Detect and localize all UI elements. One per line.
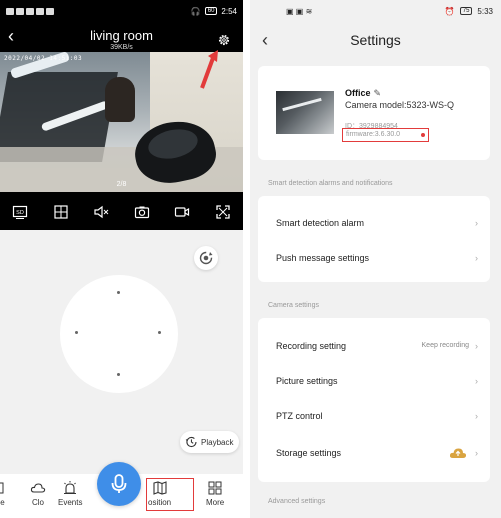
- nav-events[interactable]: Events: [58, 480, 82, 507]
- recording-mode-value: Keep recording: [421, 342, 469, 349]
- picture-settings-row[interactable]: Picture settings ›: [258, 363, 490, 398]
- device-thumbnail: [276, 91, 334, 134]
- chevron-right-icon: ›: [475, 375, 478, 386]
- nav-more[interactable]: More: [206, 480, 224, 507]
- ptz-reset-button[interactable]: [194, 246, 218, 270]
- reset-icon: [199, 251, 213, 265]
- headphone-icon: 🎧: [190, 6, 201, 16]
- settings-screen: ▣ ▣ ≋ ⏰ 75 5:33 ‹ Settings Office ✎ Camer…: [250, 0, 501, 518]
- storage-settings-row[interactable]: Storage settings ›: [258, 435, 490, 470]
- more-grid-icon: [208, 481, 222, 495]
- nav-storage-label: age: [0, 498, 5, 507]
- playback-label: Playback: [201, 437, 234, 447]
- page-title: Settings: [350, 32, 401, 48]
- microphone-icon: [111, 474, 127, 493]
- device-model: Camera model:5323-WS-Q: [345, 100, 455, 110]
- chevron-right-icon: ›: [475, 447, 478, 458]
- ptz-control-row[interactable]: PTZ control ›: [258, 398, 490, 433]
- device-name-text: Office: [345, 88, 371, 98]
- chevron-right-icon: ›: [475, 340, 478, 351]
- fullscreen-icon[interactable]: [215, 204, 231, 220]
- playback-icon: [185, 436, 197, 448]
- sd-icon[interactable]: SD: [12, 204, 28, 220]
- live-toolbar: SD: [0, 198, 243, 226]
- section-label-advanced: Advanced settings: [268, 498, 326, 505]
- device-name[interactable]: Office ✎: [345, 88, 381, 99]
- status-time: 5:33: [477, 6, 493, 16]
- ptz-left-dot[interactable]: [75, 331, 78, 334]
- ptz-up-dot[interactable]: [117, 291, 120, 294]
- edit-pencil-icon[interactable]: ✎: [374, 88, 382, 98]
- ptz-right-dot[interactable]: [158, 331, 161, 334]
- cloud-nav-icon: [30, 483, 46, 493]
- video-timestamp: 2022/04/02 14:51:03: [4, 55, 83, 62]
- storage-nav-icon: [0, 482, 4, 494]
- video-page-indicator: 2/8: [116, 181, 127, 188]
- section-label-camera: Camera settings: [268, 302, 319, 309]
- live-view-header-area: 🎧 60 2:54 ‹ living room 39KB/s 2022/04/0…: [0, 0, 243, 230]
- chevron-right-icon: ›: [475, 410, 478, 421]
- ptz-joystick[interactable]: [60, 275, 178, 393]
- ptz-down-dot[interactable]: [117, 373, 120, 376]
- status-bar: ▣ ▣ ≋ ⏰ 75 5:33: [250, 0, 501, 22]
- grid-icon[interactable]: [53, 204, 69, 220]
- nav-cloud-label: Clo: [31, 498, 44, 507]
- chevron-right-icon: ›: [475, 252, 478, 263]
- talk-button[interactable]: [97, 462, 141, 506]
- nav-events-label: Events: [58, 498, 83, 507]
- alarm-icon: [64, 481, 77, 494]
- row-label: Push message settings: [276, 252, 370, 263]
- camera-settings-card: Recording setting Keep recording › Pictu…: [258, 318, 490, 482]
- cloud-upload-icon: [449, 448, 467, 458]
- nav-storage[interactable]: age: [0, 480, 6, 507]
- status-time: 2:54: [221, 6, 237, 16]
- row-label: Smart detection alarm: [276, 217, 365, 228]
- recording-setting-row[interactable]: Recording setting Keep recording ›: [258, 328, 490, 363]
- nav-more-label: More: [206, 498, 225, 507]
- smart-detection-alarm-row[interactable]: Smart detection alarm ›: [258, 205, 490, 240]
- row-label: Storage settings: [276, 447, 342, 458]
- svg-text:SD: SD: [16, 210, 24, 216]
- notification-icons: ▣ ▣ ≋: [286, 6, 313, 16]
- chevron-right-icon: ›: [475, 217, 478, 228]
- gear-icon[interactable]: [217, 33, 231, 47]
- row-label: Recording setting: [276, 340, 347, 351]
- firmware-highlight-box: [342, 128, 429, 142]
- row-label: Picture settings: [276, 375, 338, 386]
- battery-indicator: 60: [204, 7, 218, 15]
- live-view-screen: 🎧 60 2:54 ‹ living room 39KB/s 2022/04/0…: [0, 0, 243, 518]
- device-card[interactable]: Office ✎ Camera model:5323-WS-Q ID：392988…: [258, 66, 490, 160]
- red-arrow-annotation: [200, 50, 218, 89]
- record-icon[interactable]: [174, 204, 190, 220]
- playback-button[interactable]: Playback: [180, 431, 240, 453]
- notification-icons: [6, 7, 54, 15]
- alarm-clock-icon: ⏰: [444, 6, 455, 16]
- camera-icon[interactable]: [134, 204, 150, 220]
- row-label: PTZ control: [276, 410, 323, 421]
- mute-icon[interactable]: [93, 204, 109, 220]
- section-label-smart: Smart detection alarms and notifications: [268, 180, 393, 187]
- smart-settings-card: Smart detection alarm › Push message set…: [258, 196, 490, 282]
- battery-indicator: 75: [459, 7, 473, 15]
- push-message-settings-row[interactable]: Push message settings ›: [258, 240, 490, 275]
- camera-title: living room: [90, 28, 153, 43]
- position-highlight-box: [146, 478, 194, 511]
- nav-cloud[interactable]: Clo: [30, 480, 46, 507]
- status-bar: 🎧 60 2:54: [0, 0, 243, 22]
